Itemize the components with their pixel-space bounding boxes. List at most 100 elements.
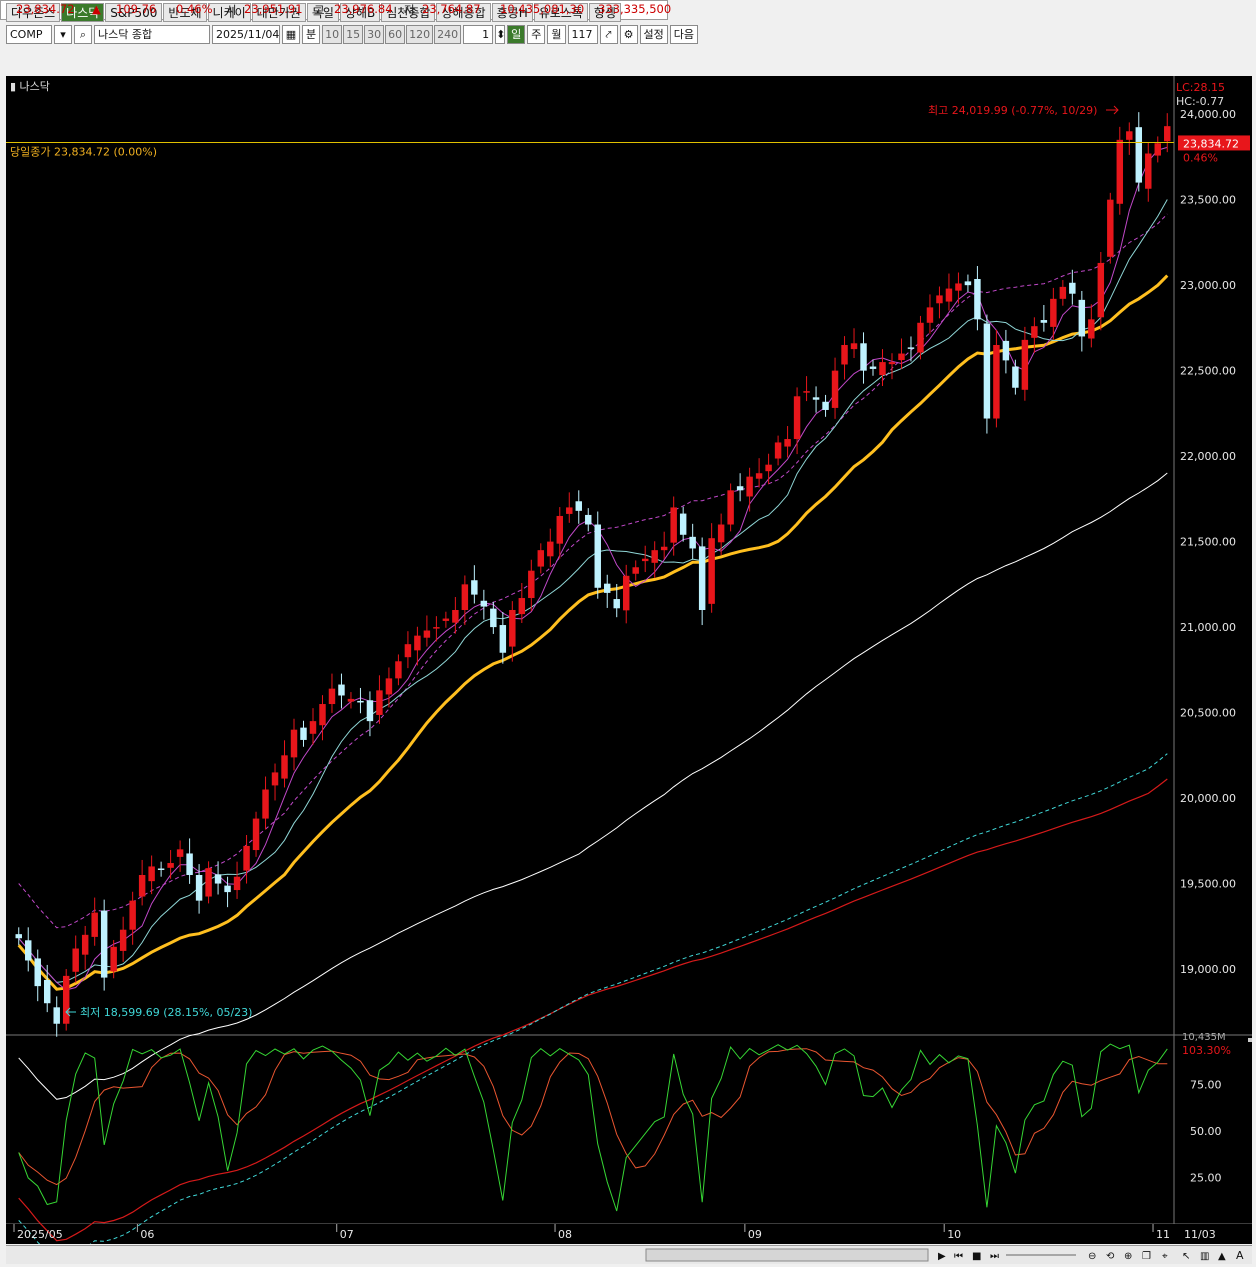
chart-bg <box>6 76 1252 1244</box>
period-120-button[interactable]: 120 <box>406 25 434 44</box>
period-15-button[interactable]: 15 <box>343 25 364 44</box>
candle-body <box>993 345 1000 419</box>
candle-body <box>708 538 715 604</box>
candle-body <box>452 610 459 623</box>
candle-body <box>926 307 934 323</box>
candle-body <box>404 644 412 658</box>
zoom-out-icon[interactable]: ⊖ <box>1088 1251 1096 1262</box>
candle-body <box>376 690 383 715</box>
last-price: 23,834.72 <box>16 2 75 16</box>
gear-icon[interactable]: ⚙ <box>619 25 638 44</box>
high-label: 고 <box>314 3 325 17</box>
x-tick-label: 06 <box>140 1228 154 1241</box>
stop-icon[interactable]: ■ <box>972 1251 981 1262</box>
symbol-field[interactable]: COMP <box>6 25 52 44</box>
period-240-button[interactable]: 240 <box>434 25 462 44</box>
candle-body <box>471 580 478 595</box>
symbol-dropdown-icon[interactable]: ▾ <box>54 25 72 44</box>
candle-body <box>490 608 497 628</box>
candle-body <box>755 473 763 479</box>
zoom-in-icon[interactable]: ⊕ <box>1124 1251 1132 1262</box>
period-60-button[interactable]: 60 <box>385 25 406 44</box>
candle-body <box>936 295 943 304</box>
draw-tool-icon[interactable]: ⤤ <box>599 25 618 44</box>
refresh-icon[interactable]: ⟲ <box>1106 1251 1115 1262</box>
symbol-name-field[interactable]: 나스닥 종합 <box>94 25 210 44</box>
calendar-icon[interactable]: ▦ <box>282 25 300 44</box>
next-button[interactable]: 다음 <box>669 25 698 44</box>
time-axis-bg <box>6 1224 1252 1244</box>
expand-icon[interactable]: ▲ <box>1218 1251 1226 1262</box>
y-tick-label: 19,000.00 <box>1180 963 1236 976</box>
week-button[interactable]: 주 <box>527 25 546 44</box>
candle-body <box>907 347 915 349</box>
candle-body <box>888 362 896 365</box>
candle-body <box>556 515 564 544</box>
candle-body <box>765 464 772 472</box>
open-label: 시 <box>226 3 237 17</box>
osc-tick-label: 50.00 <box>1190 1125 1222 1138</box>
bar-icon[interactable]: ▥ <box>1200 1251 1209 1262</box>
chart-scrollbar[interactable]: ▶ ⏮ ■ ⏭ ⊖ ⟲ ⊕ ❐ ⌖ ↖ ▥ ▲ A <box>6 1245 1252 1264</box>
candle-body <box>736 486 744 491</box>
count-field[interactable]: 1 <box>463 25 494 44</box>
candle-body <box>632 567 639 574</box>
candle-body <box>974 279 981 320</box>
candle-body <box>1164 126 1171 142</box>
candle-body <box>983 323 991 419</box>
last-page-icon[interactable]: ⏭ <box>990 1251 999 1262</box>
chart-toolbar: COMP ▾ ⌕ 나스닥 종합 2025/11/04 ▦ 분 10 15 30 60 1… <box>6 25 698 44</box>
candle-body <box>15 934 22 939</box>
candle-body <box>53 1007 60 1024</box>
candle-body <box>1116 139 1124 204</box>
scroll-thumb[interactable] <box>645 1248 929 1262</box>
candle-body <box>575 501 582 511</box>
candle-body <box>186 853 193 875</box>
candle-body <box>784 439 791 447</box>
candle-body <box>528 570 535 599</box>
y-tick-label: 19,500.00 <box>1180 878 1236 891</box>
candle-body <box>879 362 886 376</box>
period-30-button[interactable]: 30 <box>364 25 385 44</box>
candle-body <box>509 610 516 647</box>
open-value: 23,951.91 <box>244 2 303 16</box>
candle-body <box>1078 299 1086 337</box>
candle-body <box>1154 143 1161 156</box>
x-tick-label: 09 <box>748 1228 762 1241</box>
osc-corner <box>1248 1038 1252 1042</box>
candle-body <box>252 818 260 851</box>
bar-count-field[interactable]: 117 <box>567 25 598 44</box>
candle-body <box>1031 326 1038 338</box>
candle-body <box>841 345 848 365</box>
first-page-icon[interactable]: ⏮ <box>954 1251 963 1262</box>
search-icon[interactable]: ⌕ <box>74 25 92 44</box>
minute-button[interactable]: 분 <box>302 25 321 44</box>
y-tick-label: 20,000.00 <box>1180 792 1236 805</box>
candle-body <box>1069 282 1076 294</box>
date-field[interactable]: 2025/11/04 <box>212 25 280 44</box>
pointer-icon[interactable]: ↖ <box>1182 1251 1190 1262</box>
candle-body <box>547 541 554 557</box>
candle-body <box>100 910 108 978</box>
period-buttons: 10 15 30 60 120 240 <box>322 25 462 44</box>
candle-body <box>774 442 782 459</box>
x-tick-label: 10 <box>947 1228 961 1241</box>
candle-body <box>727 490 734 525</box>
candle-body <box>414 635 421 651</box>
candle-body <box>917 322 924 353</box>
chart-area[interactable]: 24,000.00 23,500.00 23,000.00 22,500.00 22,0… <box>6 76 1252 1262</box>
month-button[interactable]: 월 <box>547 25 566 44</box>
settings-button[interactable]: 설정 <box>639 25 668 44</box>
change-value: 109.76 <box>116 2 157 16</box>
period-10-button[interactable]: 10 <box>322 25 343 44</box>
price-chart[interactable]: 24,000.00 23,500.00 23,000.00 22,500.00 22,0… <box>6 76 1252 1262</box>
candle-body <box>385 678 393 695</box>
candle-body <box>566 507 573 514</box>
pin-icon[interactable]: ⌖ <box>1162 1251 1168 1262</box>
candle-body <box>717 524 725 543</box>
window-icon[interactable]: ❐ <box>1142 1251 1151 1262</box>
text-icon[interactable]: A <box>1236 1249 1244 1262</box>
scroll-right-icon[interactable]: ▶ <box>938 1251 946 1262</box>
day-button[interactable]: 일 <box>507 25 526 44</box>
count-spin-icon[interactable]: ⬍ <box>495 25 505 44</box>
